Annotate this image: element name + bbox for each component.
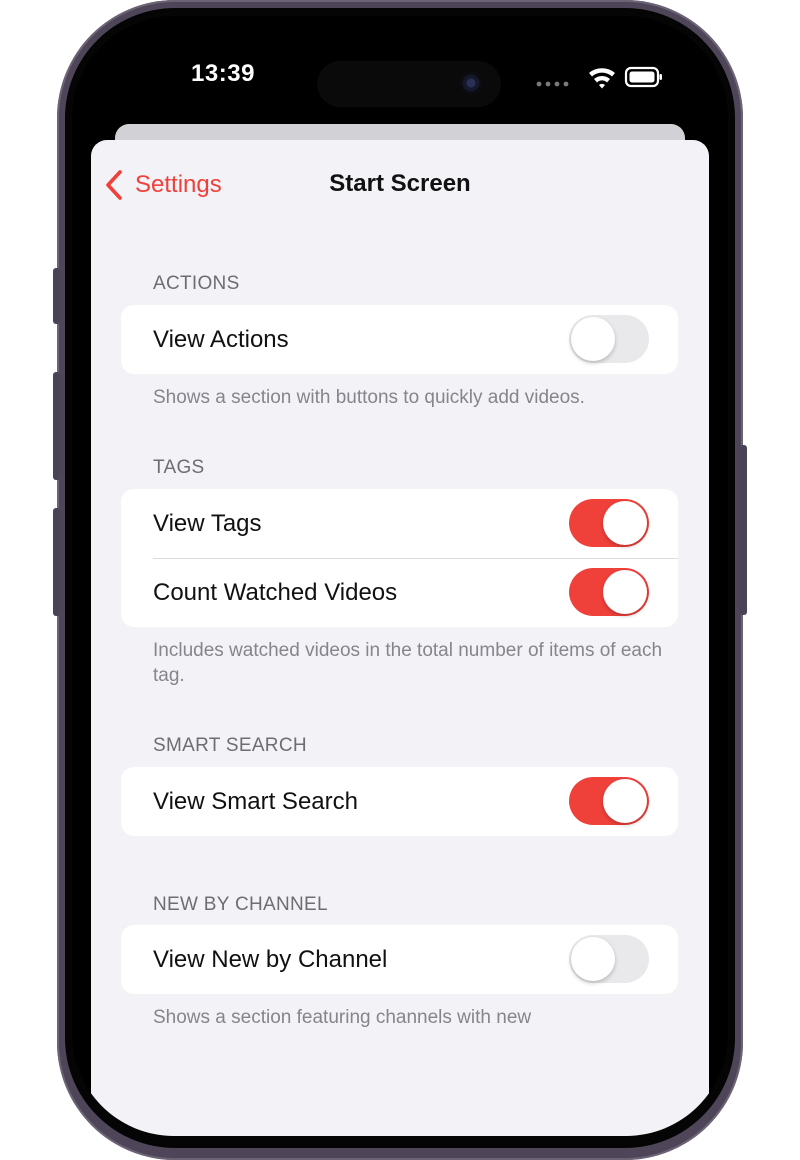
cellular-signal-icon [536, 81, 569, 87]
toggle-knob [603, 570, 647, 614]
group-actions: View Actions [121, 305, 678, 374]
toggle-view-actions[interactable] [569, 315, 649, 363]
row-label: View Tags [153, 510, 262, 537]
action-button [53, 268, 60, 324]
group-tags: View Tags Count Watched Videos [121, 489, 678, 627]
volume-up-button [53, 372, 60, 480]
screen: 13:39 Settings Start Screen ACTIONS View… [72, 16, 728, 1136]
power-button [740, 445, 747, 615]
wifi-icon [589, 68, 615, 89]
footer-tags: Includes watched videos in the total num… [153, 640, 663, 686]
row-view-tags: View Tags [121, 489, 678, 558]
row-view-actions: View Actions [121, 305, 678, 374]
row-label: Count Watched Videos [153, 579, 398, 606]
footer-actions: Shows a section with buttons to quickly … [153, 387, 585, 408]
toggle-view-new-by-channel[interactable] [569, 935, 649, 983]
status-time: 13:39 [191, 60, 255, 87]
footer-new-by-channel: Shows a section featuring channels with … [153, 1007, 532, 1028]
toggle-knob [571, 937, 615, 981]
group-new-by-channel: View New by Channel [121, 925, 678, 994]
toggle-knob [603, 779, 647, 823]
section-header-tags: TAGS [153, 457, 205, 478]
row-view-smart-search: View Smart Search [121, 767, 678, 836]
section-header-smart-search: SMART SEARCH [153, 735, 307, 756]
toggle-view-smart-search[interactable] [569, 777, 649, 825]
toggle-knob [571, 317, 615, 361]
row-label: View Smart Search [153, 788, 358, 815]
battery-icon [624, 66, 662, 88]
row-label: View Actions [153, 326, 289, 353]
section-header-new-by-channel: NEW BY CHANNEL [153, 894, 328, 915]
volume-down-button [53, 508, 60, 616]
page-title: Start Screen [329, 170, 471, 197]
section-header-actions: ACTIONS [153, 273, 240, 294]
row-label: View New by Channel [153, 946, 388, 973]
toggle-view-tags[interactable] [569, 499, 649, 547]
row-count-watched-videos: Count Watched Videos [121, 558, 678, 627]
row-separator [153, 558, 678, 559]
row-view-new-by-channel: View New by Channel [121, 925, 678, 994]
settings-sheet: Settings Start Screen ACTIONS View Actio… [91, 140, 709, 1136]
camera-icon [459, 71, 483, 95]
toggle-count-watched-videos[interactable] [569, 568, 649, 616]
status-icons [536, 66, 662, 89]
group-smart-search: View Smart Search [121, 767, 678, 836]
toggle-knob [603, 501, 647, 545]
